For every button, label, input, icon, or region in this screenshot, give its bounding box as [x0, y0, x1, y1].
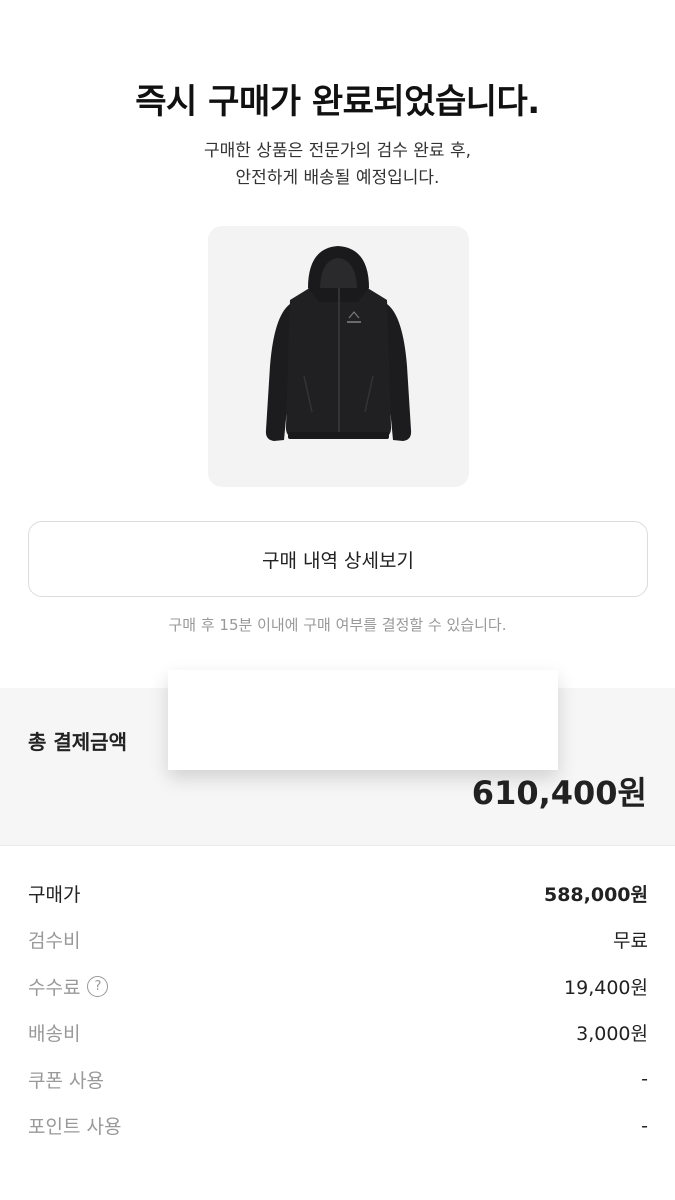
page-subtitle: 구매한 상품은 전문가의 검수 완료 후, 안전하게 배송될 예정입니다. — [0, 138, 675, 192]
product-image — [208, 226, 469, 487]
breakdown-row-points: 포인트 사용 - — [28, 1103, 648, 1150]
breakdown-row-coupon: 쿠폰 사용 - — [28, 1056, 648, 1103]
breakdown-row-inspection-fee: 검수비 무료 — [28, 917, 648, 964]
subtitle-line-2: 안전하게 배송될 예정입니다. — [235, 168, 440, 188]
price-breakdown: 구매가 588,000원 검수비 무료 수수료 ? 19,400원 배송비 3,… — [28, 870, 648, 1149]
breakdown-label: 수수료 — [28, 976, 81, 999]
total-payment-label: 총 결제금액 — [28, 730, 127, 754]
help-icon[interactable]: ? — [87, 975, 109, 997]
purchase-detail-button[interactable]: 구매 내역 상세보기 — [28, 521, 648, 597]
total-payment-amount: 610,400원 — [471, 774, 647, 812]
jacket-image — [265, 246, 412, 441]
breakdown-value: - — [641, 1068, 648, 1091]
breakdown-label: 배송비 — [28, 1023, 81, 1046]
breakdown-label-wrap: 수수료 ? — [28, 973, 109, 1000]
breakdown-label: 구매가 — [28, 883, 81, 906]
breakdown-label: 포인트 사용 — [28, 1116, 122, 1139]
breakdown-value: 무료 — [613, 930, 648, 953]
breakdown-value: 3,000원 — [576, 1023, 648, 1046]
breakdown-value: 19,400원 — [564, 976, 648, 999]
page-title: 즉시 구매가 완료되었습니다. — [135, 82, 540, 122]
breakdown-value: - — [641, 1114, 648, 1137]
purchase-complete-page: 즉시 구매가 완료되었습니다. 구매한 상품은 전문가의 검수 완료 후, 안전… — [0, 0, 675, 1200]
redaction-overlay — [168, 670, 558, 770]
breakdown-label: 쿠폰 사용 — [28, 1069, 104, 1092]
subtitle-line-1: 구매한 상품은 전문가의 검수 완료 후, — [203, 141, 472, 161]
breakdown-row-commission: 수수료 ? 19,400원 — [28, 963, 648, 1010]
breakdown-label: 검수비 — [28, 930, 81, 953]
breakdown-row-shipping-fee: 배송비 3,000원 — [28, 1010, 648, 1057]
decision-notice: 구매 후 15분 이내에 구매 여부를 결정할 수 있습니다. — [168, 616, 507, 634]
breakdown-row-purchase-price: 구매가 588,000원 — [28, 870, 648, 917]
breakdown-value: 588,000원 — [543, 883, 648, 906]
